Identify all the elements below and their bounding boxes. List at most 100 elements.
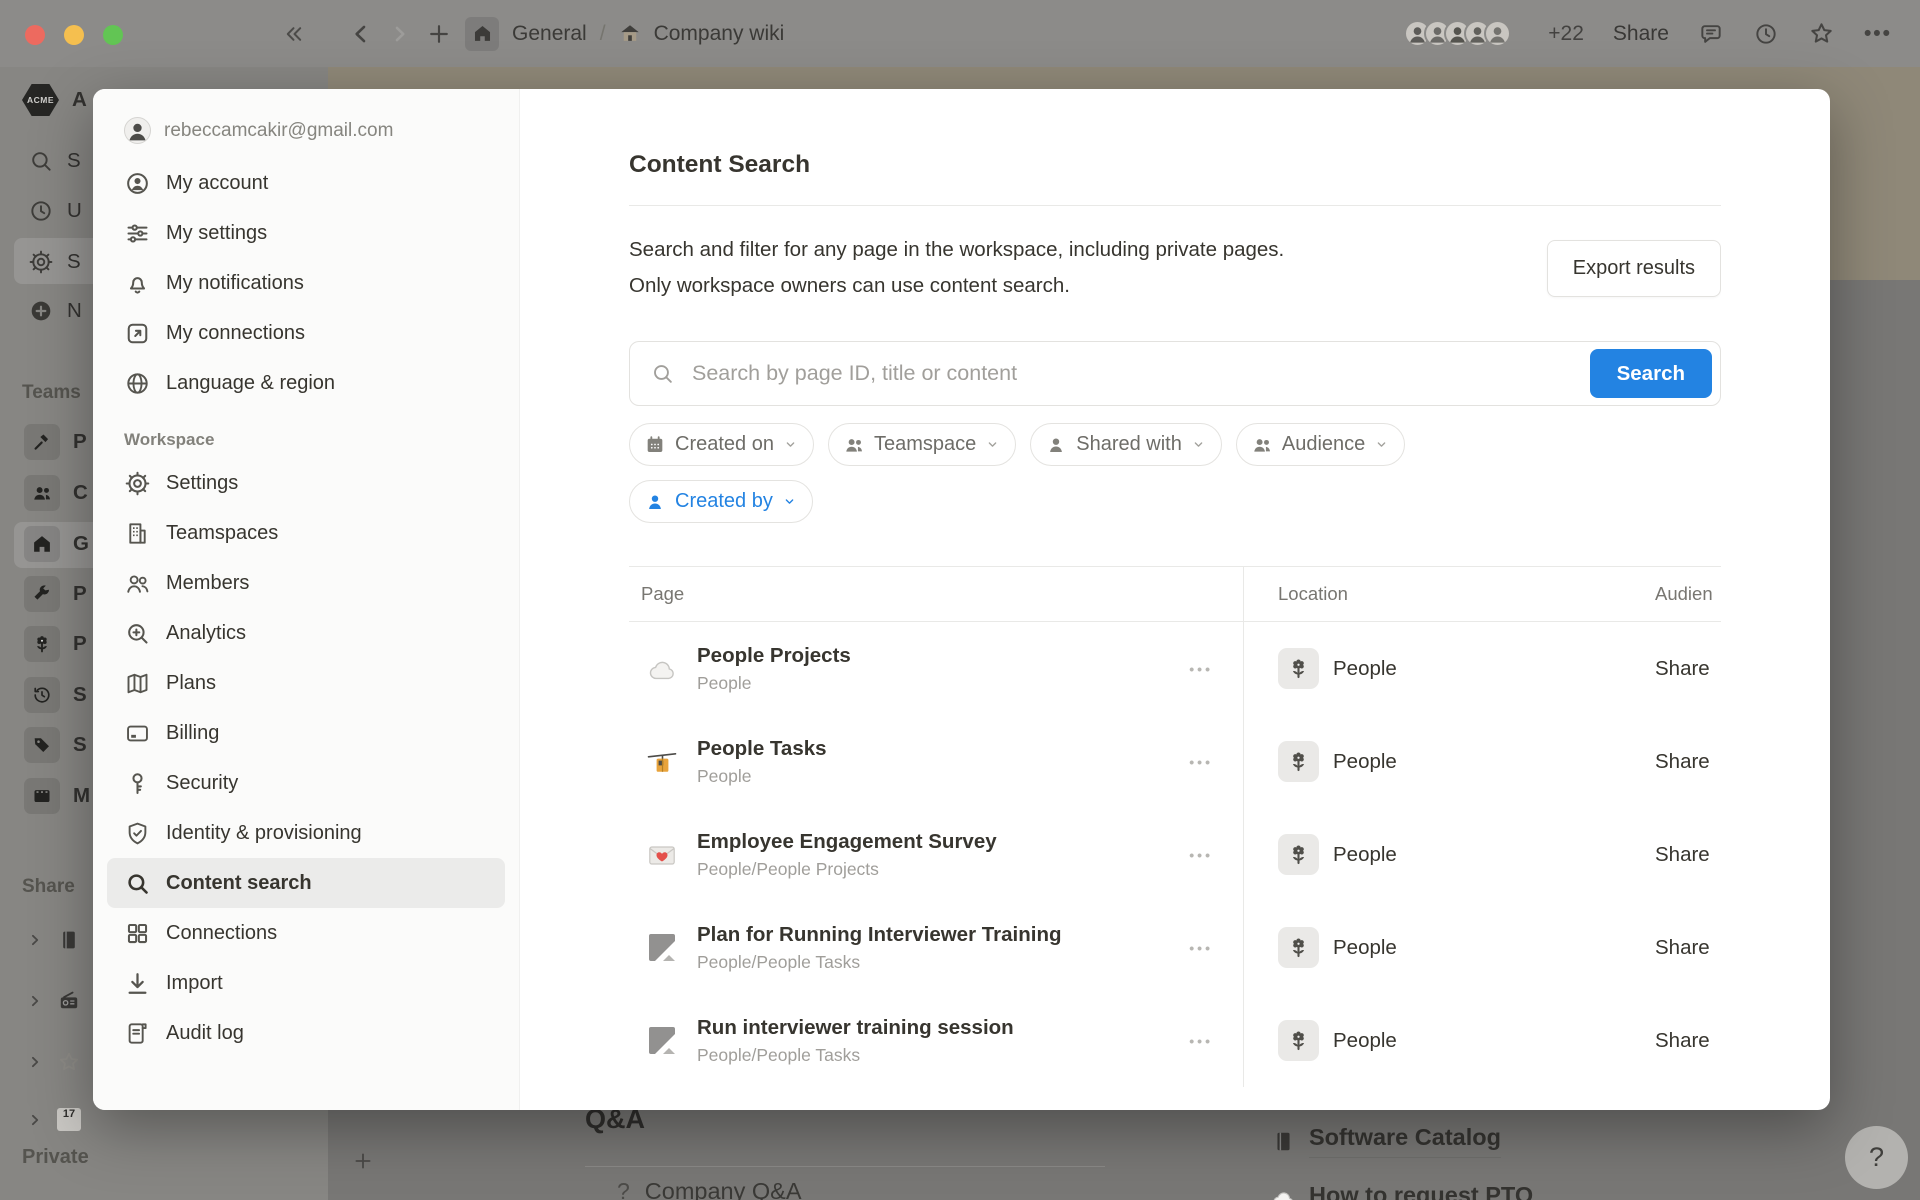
nav-item-content-search[interactable]: Content search bbox=[107, 858, 505, 908]
workspace-name: A bbox=[72, 88, 87, 112]
sidebar-teamspace[interactable]: P bbox=[24, 626, 87, 662]
sidebar-shared-page[interactable] bbox=[26, 989, 81, 1013]
sidebar-shared-page[interactable] bbox=[26, 928, 81, 952]
background-page-link-software-catalog[interactable]: Software Catalog bbox=[1271, 1124, 1501, 1158]
forward-icon[interactable] bbox=[387, 21, 413, 47]
sidebar-shared-page[interactable]: 17 bbox=[26, 1108, 81, 1131]
table-row[interactable]: Run interviewer training session People/… bbox=[629, 994, 1721, 1087]
person-icon bbox=[644, 491, 666, 513]
filter-created-by[interactable]: Created by bbox=[629, 480, 813, 523]
help-button[interactable]: ? bbox=[1845, 1126, 1908, 1189]
comments-icon[interactable] bbox=[1698, 21, 1724, 47]
workspace-logo: ACME bbox=[22, 84, 59, 116]
credit-card-icon bbox=[124, 720, 151, 747]
nav-item-identity-provisioning[interactable]: Identity & provisioning bbox=[107, 808, 505, 858]
filter-audience[interactable]: Audience bbox=[1236, 423, 1405, 466]
star-icon bbox=[57, 1050, 81, 1074]
sidebar-item-new-page[interactable]: N bbox=[28, 298, 82, 324]
background-page-link-company-qa[interactable]: ? Company Q&A bbox=[617, 1178, 802, 1200]
row-menu-icon[interactable]: ••• bbox=[1189, 847, 1213, 863]
sidebar-teamspace[interactable]: S bbox=[24, 677, 87, 713]
chevron-right-icon[interactable] bbox=[26, 1053, 44, 1071]
nav-item-my-connections[interactable]: My connections bbox=[107, 308, 505, 358]
settings-modal: rebeccamcakir@gmail.com My account My se… bbox=[93, 89, 1830, 1110]
new-tab-icon[interactable] bbox=[426, 21, 452, 47]
nav-item-language-region[interactable]: Language & region bbox=[107, 358, 505, 408]
sliders-icon bbox=[124, 220, 151, 247]
close-window-button[interactable] bbox=[25, 25, 45, 45]
breadcrumb-section[interactable]: General bbox=[512, 22, 587, 46]
nav-item-import[interactable]: Import bbox=[107, 958, 505, 1008]
sidebar-teamspace[interactable]: P bbox=[24, 424, 87, 460]
minimize-window-button[interactable] bbox=[64, 25, 84, 45]
background-page-link-request-pto[interactable]: How to request PTO bbox=[1271, 1182, 1533, 1200]
nav-item-my-account[interactable]: My account bbox=[107, 158, 505, 208]
window-titlebar: General / Company wiki +22 Share ••• bbox=[0, 0, 1920, 67]
search-button[interactable]: Search bbox=[1590, 349, 1712, 398]
nav-item-settings[interactable]: Settings bbox=[107, 458, 505, 508]
back-icon[interactable] bbox=[348, 21, 374, 47]
nav-item-connections[interactable]: Connections bbox=[107, 908, 505, 958]
results-table: Page Location Audien People Projects Peo… bbox=[629, 566, 1721, 1087]
chevron-right-icon[interactable] bbox=[26, 992, 44, 1010]
nav-item-teamspaces[interactable]: Teamspaces bbox=[107, 508, 505, 558]
nav-item-security[interactable]: Security bbox=[107, 758, 505, 808]
calendar-icon bbox=[644, 434, 666, 456]
export-results-button[interactable]: Export results bbox=[1547, 240, 1721, 297]
member-avatars[interactable] bbox=[1404, 20, 1511, 47]
table-row[interactable]: People Tasks People ••• People Share bbox=[629, 715, 1721, 808]
plus-circle-icon bbox=[28, 298, 54, 324]
nav-item-billing[interactable]: Billing bbox=[107, 708, 505, 758]
sidebar-teamspace-general[interactable]: G bbox=[24, 526, 89, 562]
page-title: Content Search bbox=[629, 151, 1721, 179]
chevron-right-icon[interactable] bbox=[26, 931, 44, 949]
sidebar-teamspace[interactable]: P bbox=[24, 576, 87, 612]
nav-item-analytics[interactable]: Analytics bbox=[107, 608, 505, 658]
table-row[interactable]: Employee Engagement Survey People/People… bbox=[629, 808, 1721, 901]
note-page-icon bbox=[647, 1026, 677, 1056]
search-bar: Search bbox=[629, 341, 1721, 406]
sidebar-item-updates[interactable]: U bbox=[28, 198, 82, 224]
scroll-icon bbox=[124, 1020, 151, 1047]
sidebar-teamspace[interactable]: S bbox=[24, 727, 87, 763]
row-menu-icon[interactable]: ••• bbox=[1189, 661, 1213, 677]
filter-shared-with[interactable]: Shared with bbox=[1030, 423, 1222, 466]
sidebar-shared-page[interactable] bbox=[26, 1050, 81, 1074]
wrench-icon bbox=[24, 576, 60, 612]
sidebar-item-settings[interactable]: S bbox=[28, 249, 81, 275]
search-input[interactable] bbox=[629, 341, 1721, 406]
chevron-down-icon bbox=[783, 437, 798, 452]
add-private-page-icon[interactable] bbox=[352, 1150, 374, 1172]
chevron-right-icon[interactable] bbox=[26, 1111, 44, 1129]
nav-item-members[interactable]: Members bbox=[107, 558, 505, 608]
favorite-star-icon[interactable] bbox=[1808, 20, 1835, 47]
table-row[interactable]: People Projects People ••• People Share bbox=[629, 622, 1721, 715]
teamspace-flower-icon bbox=[1278, 834, 1319, 875]
sidebar-teamspace[interactable]: C bbox=[24, 475, 88, 511]
search-icon bbox=[650, 361, 675, 386]
filter-teamspace[interactable]: Teamspace bbox=[828, 423, 1016, 466]
nav-item-audit-log[interactable]: Audit log bbox=[107, 1008, 505, 1058]
sidebar-item-search[interactable]: S bbox=[28, 148, 81, 174]
members-overflow-count[interactable]: +22 bbox=[1548, 22, 1584, 46]
row-menu-icon[interactable]: ••• bbox=[1189, 1033, 1213, 1049]
cloud-icon bbox=[1271, 1186, 1296, 1200]
column-header-location: Location bbox=[1243, 583, 1655, 605]
more-icon[interactable]: ••• bbox=[1864, 22, 1892, 46]
sidebar-workspace-switcher[interactable]: ACME A bbox=[22, 84, 87, 116]
breadcrumb-page[interactable]: Company wiki bbox=[654, 22, 785, 46]
collapse-sidebar-icon[interactable] bbox=[282, 22, 306, 46]
table-row[interactable]: Plan for Running Interviewer Training Pe… bbox=[629, 901, 1721, 994]
row-menu-icon[interactable]: ••• bbox=[1189, 940, 1213, 956]
home-breadcrumb-icon[interactable] bbox=[465, 17, 499, 51]
nav-item-my-notifications[interactable]: My notifications bbox=[107, 258, 505, 308]
sidebar-teamspace[interactable]: M bbox=[24, 778, 90, 814]
filter-created-on[interactable]: Created on bbox=[629, 423, 814, 466]
zoom-window-button[interactable] bbox=[103, 25, 123, 45]
share-button[interactable]: Share bbox=[1613, 22, 1669, 46]
row-menu-icon[interactable]: ••• bbox=[1189, 754, 1213, 770]
updates-clock-icon[interactable] bbox=[1753, 21, 1779, 47]
note-page-icon bbox=[647, 933, 677, 963]
nav-item-plans[interactable]: Plans bbox=[107, 658, 505, 708]
nav-item-my-settings[interactable]: My settings bbox=[107, 208, 505, 258]
